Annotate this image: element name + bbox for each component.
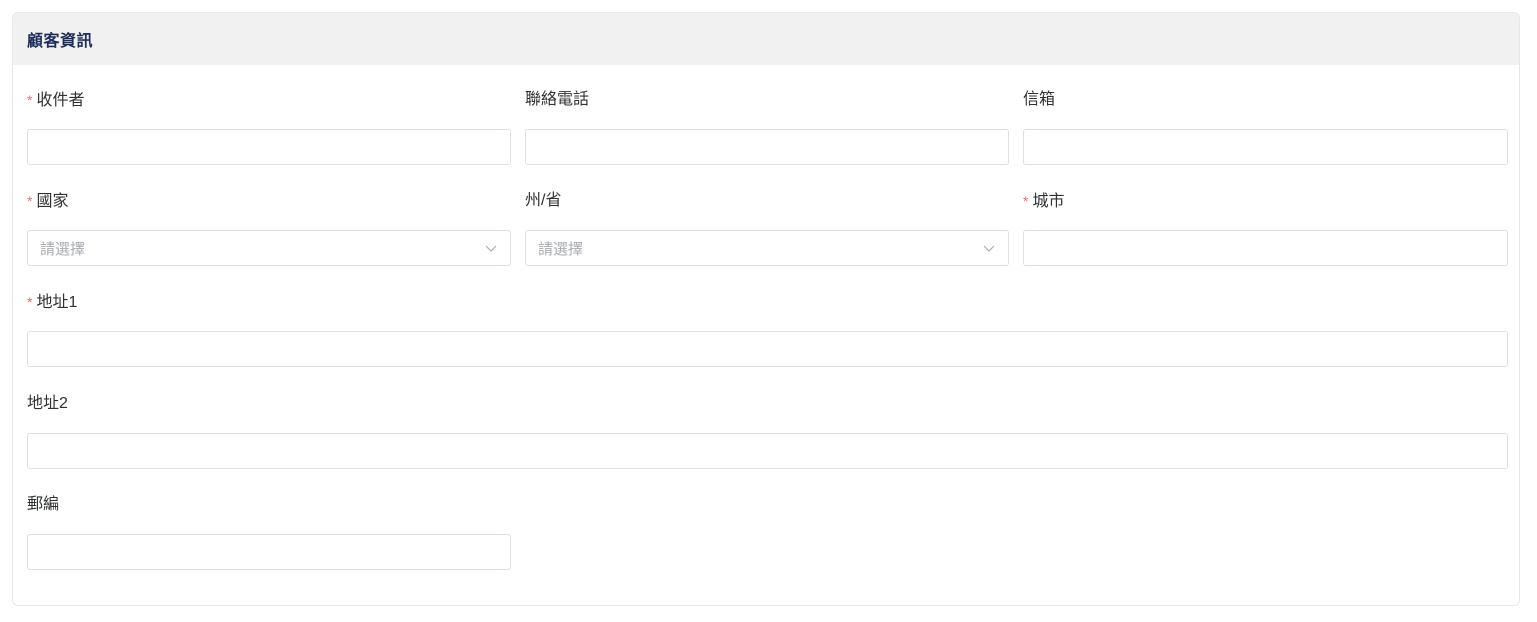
address1-field: * 地址1: [27, 291, 1508, 367]
address2-label: 地址2: [27, 395, 68, 412]
email-label: 信箱: [1023, 91, 1056, 108]
country-placeholder: 請選擇: [40, 240, 86, 258]
required-marker: *: [1023, 193, 1029, 209]
country-select[interactable]: 請選擇: [27, 230, 511, 266]
address1-label: * 地址1: [27, 291, 1508, 313]
city-label: * 城市: [1023, 190, 1508, 212]
city-label-text: 城市: [1032, 193, 1065, 210]
customer-info-card: 顧客資訊 * 收件者 聯絡電話 信箱 * 國家 請選擇 州/省 請選擇 * 城市…: [12, 12, 1520, 606]
recipient-label-text: 收件者: [36, 92, 85, 109]
phone-label: 聯絡電話: [525, 91, 590, 108]
state-label: 州/省: [525, 192, 562, 209]
address2-input[interactable]: [27, 433, 1508, 469]
recipient-field: * 收件者: [27, 89, 511, 165]
country-label-text: 國家: [36, 193, 69, 210]
zip-input[interactable]: [27, 534, 511, 570]
recipient-input[interactable]: [27, 129, 511, 165]
required-marker: *: [27, 294, 33, 310]
zip-field: 郵編: [27, 494, 511, 570]
address2-field: 地址2: [27, 393, 1508, 469]
email-field: 信箱: [1023, 89, 1508, 165]
recipient-label: * 收件者: [27, 89, 511, 111]
required-marker: *: [27, 92, 33, 108]
card-header: 顧客資訊: [13, 13, 1519, 65]
state-placeholder: 請選擇: [538, 240, 584, 258]
country-field: * 國家 請選擇: [27, 190, 511, 266]
city-field: * 城市: [1023, 190, 1508, 266]
city-input[interactable]: [1023, 230, 1508, 266]
phone-input[interactable]: [525, 129, 1009, 165]
state-field: 州/省 請選擇: [525, 190, 1009, 266]
chevron-down-icon: [982, 241, 996, 255]
country-label: * 國家: [27, 190, 511, 212]
email-input[interactable]: [1023, 129, 1508, 165]
zip-label: 郵編: [27, 496, 60, 513]
card-title: 顧客資訊: [27, 33, 94, 50]
address1-label-text: 地址1: [36, 294, 78, 311]
required-marker: *: [27, 193, 33, 209]
address1-input[interactable]: [27, 331, 1508, 367]
phone-field: 聯絡電話: [525, 89, 1009, 165]
chevron-down-icon: [484, 241, 498, 255]
state-select[interactable]: 請選擇: [525, 230, 1009, 266]
